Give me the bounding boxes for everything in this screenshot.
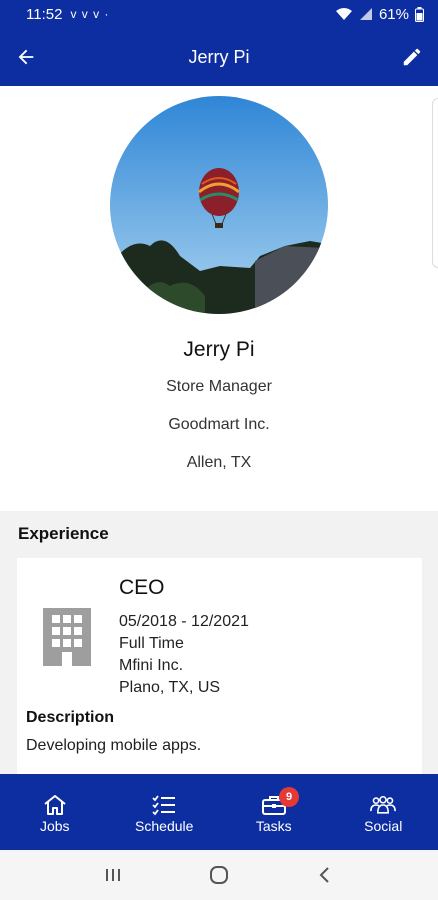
people-icon (370, 795, 397, 814)
notification-icons: v v v · (70, 7, 110, 21)
system-nav-bar (0, 850, 438, 900)
app-bar: Jerry Pi (0, 28, 438, 86)
battery-icon (415, 6, 424, 22)
profile-location: Allen, TX (186, 454, 252, 471)
nav-label-schedule: Schedule (135, 818, 194, 834)
profile-name: Jerry Pi (183, 338, 255, 361)
profile-header: Jerry Pi Store Manager Goodmart Inc. All… (0, 86, 438, 511)
nav-item-tasks[interactable]: 9 Tasks (219, 774, 329, 850)
description-label: Description (26, 709, 115, 726)
bottom-nav: Jobs Schedule 9 Tasks Social (0, 774, 438, 850)
status-bar: 11:52 v v v · 61% (0, 0, 438, 28)
nav-item-jobs[interactable]: Jobs (0, 774, 110, 850)
wifi-icon (335, 8, 352, 20)
nav-label-jobs: Jobs (39, 818, 70, 834)
system-back-button[interactable] (305, 860, 345, 890)
section-title: Experience (18, 524, 109, 543)
nav-item-schedule[interactable]: Schedule (110, 774, 220, 850)
building-icon (43, 608, 91, 666)
nav-label-tasks: Tasks (255, 818, 292, 834)
arrow-left-icon (18, 49, 34, 65)
home-icon (44, 795, 66, 815)
experience-dates: 05/2018 - 12/2021 (119, 613, 249, 630)
pencil-icon (403, 48, 421, 66)
recent-apps-icon (106, 869, 120, 881)
recent-apps-button[interactable] (93, 860, 133, 890)
nav-item-social[interactable]: Social (329, 774, 438, 850)
description-text: Developing mobile apps. (26, 737, 202, 754)
signal-icon (359, 8, 372, 20)
experience-type: Full Time (119, 635, 184, 652)
experience-location: Plano, TX, US (119, 679, 221, 696)
back-button[interactable] (12, 43, 40, 71)
scroll-indicator (432, 98, 438, 268)
page-title: Jerry Pi (188, 46, 250, 67)
avatar[interactable] (110, 96, 328, 314)
home-button[interactable] (199, 860, 239, 890)
battery-level: 61% (378, 5, 409, 23)
edit-button[interactable] (398, 43, 426, 71)
status-left: 11:52 v v v · (26, 6, 109, 23)
status-time: 11:52 (26, 5, 63, 23)
profile-company: Goodmart Inc. (168, 416, 270, 433)
checklist-icon (152, 795, 176, 816)
profile-role: Store Manager (166, 378, 272, 395)
experience-section: Experience CEO 05/2018 - 12/2021 Full Ti… (0, 511, 438, 788)
chevron-left-icon (319, 867, 329, 883)
home-circle-icon (210, 866, 228, 884)
tasks-badge: 9 (279, 787, 299, 807)
avatar-photo (110, 96, 328, 314)
nav-label-social: Social (364, 818, 403, 834)
experience-company: Mfini Inc. (119, 657, 184, 674)
status-right: 61% (335, 6, 424, 23)
experience-title: CEO (119, 576, 165, 599)
experience-card[interactable]: CEO 05/2018 - 12/2021 Full Time Mfini In… (17, 558, 422, 788)
